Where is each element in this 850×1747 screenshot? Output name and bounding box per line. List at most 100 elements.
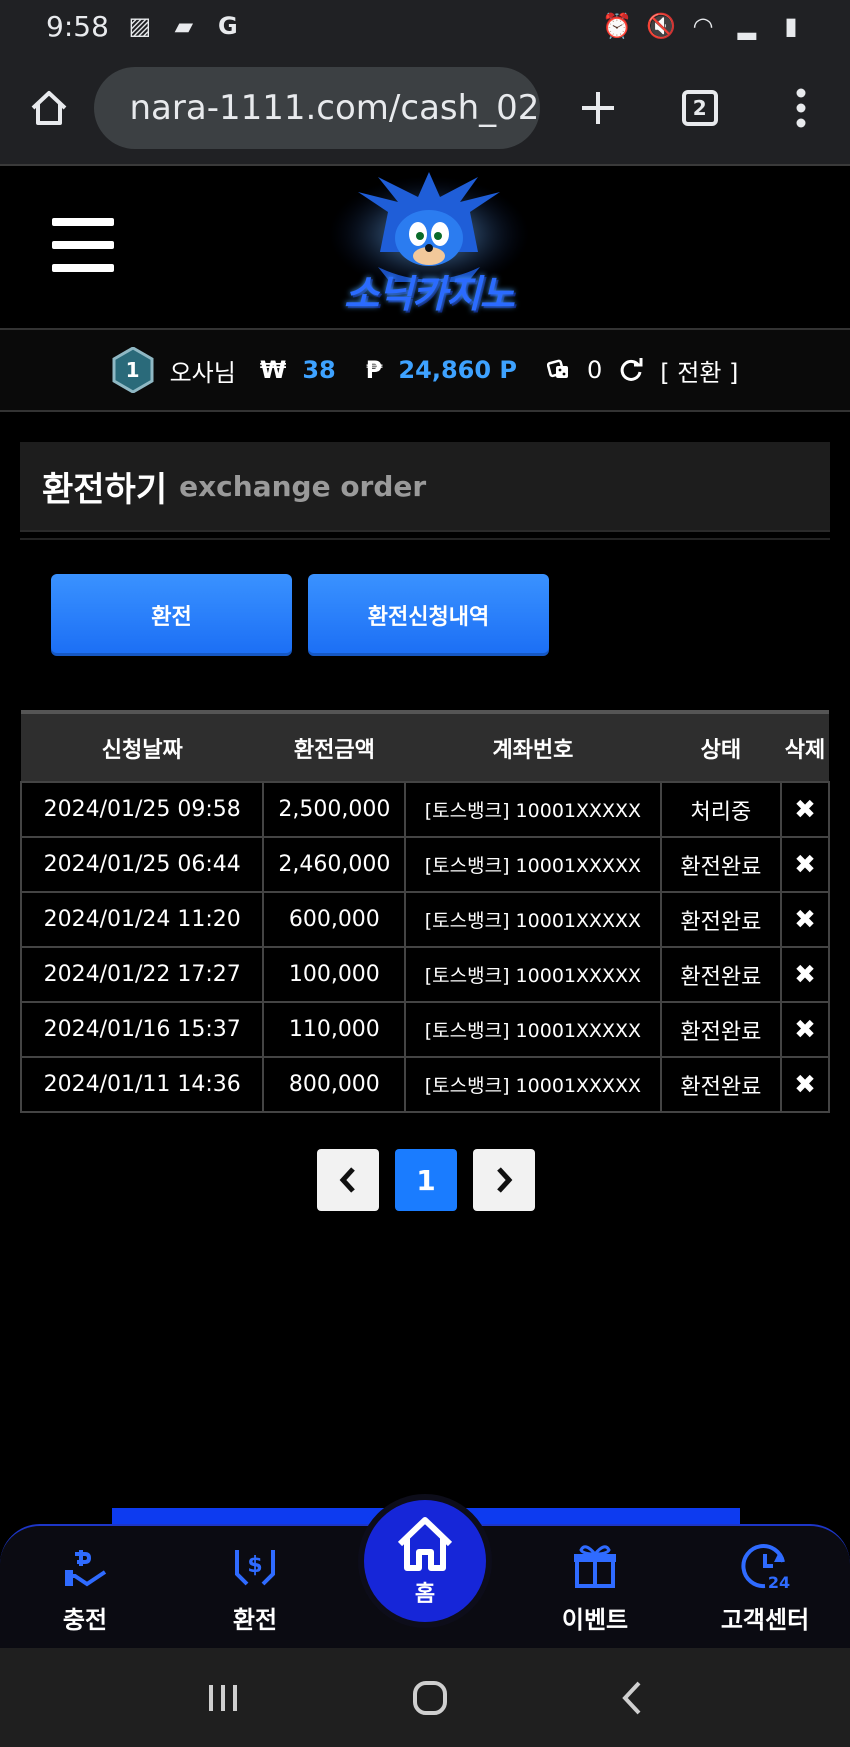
next-page-button[interactable]: [473, 1149, 535, 1211]
table-row: 2024/01/11 14:36 800,000 [토스뱅크] 10001XXX…: [19, 1056, 830, 1113]
action-buttons: 환전 환전신청내역: [0, 540, 850, 656]
nav-home-label: 홈: [414, 1582, 436, 1607]
page-title-korean: 환전하기: [42, 469, 168, 510]
nav-support-label: 고객센터: [720, 1606, 810, 1634]
row-amount: 2,500,000: [262, 781, 407, 838]
gallery-notification-icon: ▨: [128, 12, 152, 40]
casino-balance: 0: [586, 356, 603, 384]
browser-toolbar: nara-1111.com/cash_02 2: [0, 52, 850, 166]
row-status: 환전완료: [659, 1001, 783, 1058]
table-row: 2024/01/24 11:20 600,000 [토스뱅크] 10001XXX…: [19, 891, 830, 948]
prev-page-button[interactable]: [317, 1149, 379, 1211]
row-amount: 600,000: [262, 891, 407, 948]
point-balance: 24,860 P: [398, 356, 517, 384]
url-text: nara-1111.com/cash_02: [129, 88, 540, 128]
chevron-left-icon: [339, 1167, 355, 1193]
table-row: 2024/01/25 09:58 2,500,000 [토스뱅크] 10001X…: [19, 781, 830, 838]
new-tab-icon[interactable]: [572, 80, 626, 136]
row-amount: 110,000: [262, 1001, 407, 1058]
delete-button[interactable]: ✖: [780, 946, 830, 1003]
hamburger-menu-icon[interactable]: [52, 218, 114, 272]
level-badge: 1: [112, 347, 154, 393]
site-logo[interactable]: 소닉카지노: [318, 172, 540, 324]
delete-button[interactable]: ✖: [780, 781, 830, 838]
message-notification-icon: ▰: [174, 12, 194, 40]
row-status: 환전완료: [659, 946, 783, 1003]
back-icon[interactable]: [619, 1679, 645, 1717]
nav-support[interactable]: 24 고객센터: [690, 1540, 840, 1635]
table-row: 2024/01/22 17:27 100,000 [토스뱅크] 10001XXX…: [19, 946, 830, 1003]
exchange-history-table: 신청날짜 환전금액 계좌번호 상태 삭제 2024/01/25 09:58 2,…: [19, 710, 830, 1113]
system-nav-bar: [0, 1648, 850, 1747]
logo-text: 소닉카지노: [344, 272, 515, 316]
row-account: [토스뱅크] 10001XXXXX: [404, 836, 662, 893]
recent-apps-icon[interactable]: [205, 1681, 241, 1715]
withdraw-hands-icon: $: [235, 1550, 275, 1586]
dice-icon: [546, 359, 568, 378]
wifi-icon: ◠: [692, 12, 714, 40]
chevron-right-icon: [497, 1167, 513, 1193]
nav-exchange[interactable]: $ 환전: [180, 1540, 330, 1635]
won-icon: ₩: [259, 356, 287, 384]
tab-count: 2: [681, 90, 718, 126]
google-notification-icon: G: [218, 12, 238, 40]
row-date: 2024/01/25 06:44: [19, 836, 265, 893]
column-header-amount: 환전금액: [263, 710, 406, 782]
bottom-nav: 충전 $ 환전 홈 이벤트 24 고객센터: [0, 1492, 850, 1648]
delete-button[interactable]: ✖: [780, 1001, 830, 1058]
page-1-button[interactable]: 1: [395, 1149, 457, 1211]
row-account: [토스뱅크] 10001XXXXX: [404, 1056, 662, 1113]
username: 오사님: [169, 358, 236, 387]
status-time: 9:58: [46, 9, 109, 43]
home-system-icon[interactable]: [411, 1679, 449, 1717]
delete-x-icon: ✖: [794, 794, 816, 825]
battery-icon: ▮: [784, 12, 798, 40]
refresh-icon[interactable]: [618, 357, 644, 383]
row-date: 2024/01/25 09:58: [19, 781, 265, 838]
exchange-button[interactable]: 환전: [51, 574, 292, 656]
nav-exchange-label: 환전: [232, 1606, 278, 1634]
table-header-row: 신청날짜 환전금액 계좌번호 상태 삭제: [21, 710, 829, 782]
column-header-status: 상태: [660, 710, 782, 782]
row-amount: 100,000: [262, 946, 407, 1003]
row-account: [토스뱅크] 10001XXXXX: [404, 946, 662, 1003]
nav-event[interactable]: 이벤트: [520, 1540, 670, 1635]
row-date: 2024/01/16 15:37: [19, 1001, 265, 1058]
tab-switcher-button[interactable]: 2: [673, 80, 727, 136]
column-header-date: 신청날짜: [21, 710, 264, 782]
deposit-hand-icon: [65, 1550, 107, 1587]
row-status: 처리중: [659, 781, 783, 838]
nav-charge[interactable]: 충전: [10, 1540, 160, 1635]
exchange-history-button[interactable]: 환전신청내역: [308, 574, 549, 656]
delete-x-icon: ✖: [794, 1014, 816, 1045]
browser-home-icon[interactable]: [22, 80, 76, 136]
signal-icon: ▂: [737, 12, 757, 40]
delete-button[interactable]: ✖: [780, 836, 830, 893]
page-title-english: exchange order: [179, 469, 427, 503]
row-date: 2024/01/24 11:20: [19, 891, 265, 948]
row-amount: 800,000: [262, 1056, 407, 1113]
convert-link[interactable]: [ 전환 ]: [660, 353, 738, 388]
table-row: 2024/01/25 06:44 2,460,000 [토스뱅크] 10001X…: [19, 836, 830, 893]
column-header-delete: 삭제: [781, 710, 829, 782]
nav-home-button[interactable]: 홈: [358, 1494, 492, 1628]
row-account: [토스뱅크] 10001XXXXX: [404, 891, 662, 948]
mute-icon: 🔇: [646, 12, 676, 40]
address-bar[interactable]: nara-1111.com/cash_02: [93, 67, 540, 149]
delete-button[interactable]: ✖: [780, 891, 830, 948]
cash-balance: 38: [302, 356, 336, 384]
row-date: 2024/01/22 17:27: [19, 946, 265, 1003]
pagination: 1: [0, 1149, 850, 1211]
svg-text:24: 24: [768, 1573, 790, 1592]
delete-x-icon: ✖: [794, 849, 816, 880]
user-info-bar: 1 오사님 ₩ 38 ₱ 24,860 P 0 [ 전환 ]: [0, 330, 850, 412]
nav-event-label: 이벤트: [561, 1606, 629, 1634]
delete-button[interactable]: ✖: [780, 1056, 830, 1113]
support-24h-icon: 24: [741, 1544, 790, 1592]
level-number: 1: [125, 358, 140, 382]
gift-icon: [574, 1545, 616, 1588]
more-menu-icon[interactable]: [775, 80, 829, 136]
nav-charge-label: 충전: [62, 1606, 108, 1634]
alarm-icon: ⏰: [602, 12, 632, 40]
site-header: 소닉카지노: [0, 166, 850, 330]
